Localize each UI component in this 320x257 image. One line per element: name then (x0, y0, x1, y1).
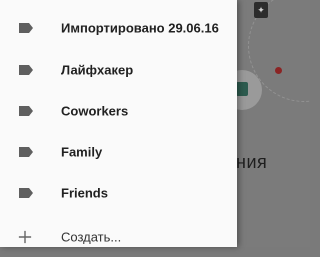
drawer-item-lifehacker[interactable]: Лайфхакер (0, 50, 237, 90)
keep-app-icon: ✦ (254, 2, 268, 18)
drawer-item-label: Лайфхакер (61, 62, 134, 78)
create-label-text: Создать... (61, 229, 122, 245)
plus-icon (18, 230, 32, 244)
label-icon (19, 65, 33, 75)
label-icon (19, 106, 33, 116)
drawer-item-label: Coworkers (61, 103, 129, 119)
drawer-item-label: Family (61, 144, 103, 160)
drawer-item-imported[interactable]: Импортировано 29.06.16 (0, 8, 237, 48)
drawer-item-label: Friends (61, 185, 108, 201)
notification-dot (275, 67, 282, 74)
drawer-item-coworkers[interactable]: Coworkers (0, 91, 237, 131)
background-heading: ния (236, 152, 268, 172)
label-icon (19, 188, 33, 198)
label-icon (19, 23, 33, 33)
label-icon (19, 147, 33, 157)
drawer-item-friends[interactable]: Friends (0, 173, 237, 213)
create-label-button[interactable]: Создать... (0, 217, 237, 257)
background-avatar-image (236, 82, 248, 96)
drawer-item-family[interactable]: Family (0, 132, 237, 172)
navigation-drawer: Импортировано 29.06.16 Лайфхакер Coworke… (0, 0, 237, 247)
drawer-item-label: Импортировано 29.06.16 (61, 20, 219, 36)
